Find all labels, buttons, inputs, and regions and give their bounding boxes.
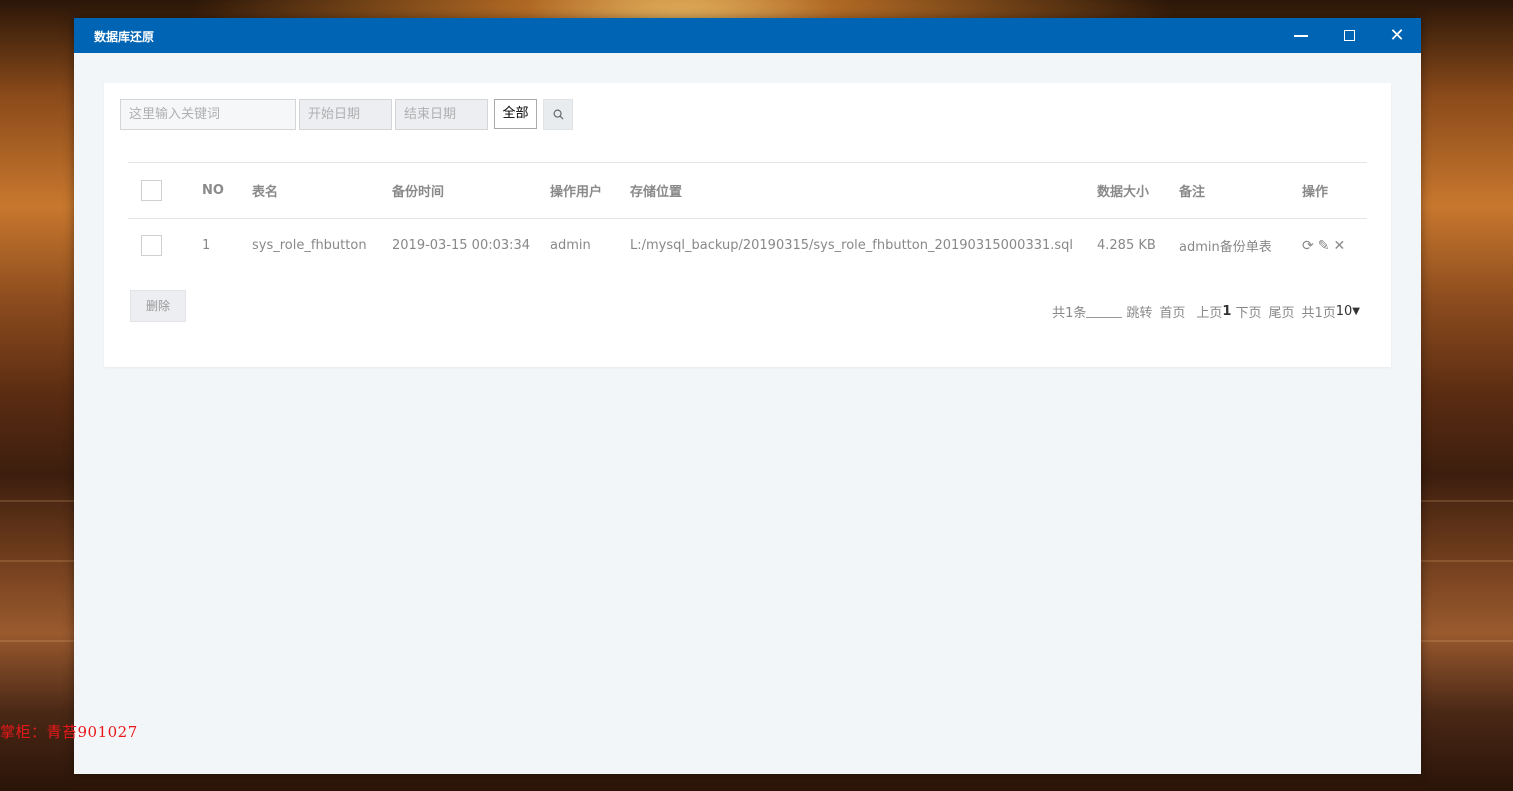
refresh-icon[interactable]: ⟳ [1302, 238, 1314, 254]
col-location: 存储位置 [630, 185, 683, 200]
close-button[interactable]: ✕ [1374, 18, 1420, 53]
cell-remark: admin备份单表 [1179, 240, 1272, 256]
cell-ops: ⟳ ✎ ✕ [1302, 219, 1367, 273]
pager-prev[interactable]: 上页 [1196, 302, 1222, 321]
content-panel: 这里输入关键词 开始日期 结束日期 全部 NO 表名 备份时间 操作用户 存储位… [104, 83, 1391, 367]
cell-size: 4.285 KB [1097, 238, 1156, 254]
filter-select[interactable]: 全部 [494, 99, 537, 129]
pager-size-select[interactable]: 10 [1336, 304, 1353, 319]
pager-current: 1 [1222, 304, 1232, 319]
pager-pages: 共1页 [1301, 306, 1336, 321]
window-title: 数据库还原 [94, 30, 155, 44]
watermark-text: 掌柜：青苔901027 [0, 723, 138, 741]
col-ops: 操作 [1302, 185, 1329, 200]
minimize-button[interactable] [1278, 18, 1324, 53]
cell-operator: admin [550, 238, 591, 254]
cell-table-name: sys_role_fhbutton [252, 238, 367, 254]
start-date-input[interactable]: 开始日期 [299, 99, 392, 130]
chevron-down-icon[interactable]: ▼ [1352, 306, 1360, 317]
pager-last[interactable]: 尾页 [1268, 302, 1294, 321]
search-icon [553, 109, 564, 120]
delete-button[interactable]: 删除 [130, 290, 186, 322]
cell-no: 1 [202, 238, 211, 254]
col-remark: 备注 [1179, 185, 1206, 200]
col-operator: 操作用户 [550, 185, 603, 200]
minimize-icon [1294, 34, 1308, 37]
keyword-input[interactable]: 这里输入关键词 [120, 99, 296, 130]
maximize-icon [1343, 30, 1355, 41]
col-size: 数据大小 [1097, 185, 1150, 200]
maximize-button[interactable] [1326, 18, 1372, 53]
table-header-row: NO 表名 备份时间 操作用户 存储位置 数据大小 备注 操作 [128, 162, 1367, 219]
pager-jump-input[interactable] [1086, 306, 1123, 318]
delete-icon[interactable]: ✕ [1333, 238, 1345, 254]
select-all-checkbox[interactable] [141, 180, 162, 201]
row-checkbox[interactable] [141, 235, 162, 257]
pagination: 共1条 跳转 首页 上页 1 下页 尾页 共1页 10 ▼ [1052, 302, 1360, 321]
pager-next[interactable]: 下页 [1235, 302, 1261, 321]
col-backup-time: 备份时间 [392, 185, 445, 200]
restore-window: 数据库还原 ✕ 这里输入关键词 开始日期 结束日期 全部 NO 表名 备份时间 … [74, 18, 1421, 774]
cell-location: L:/mysql_backup/20190315/sys_role_fhbutt… [630, 238, 1074, 254]
search-button[interactable] [543, 99, 573, 130]
pager-total: 共1条 [1052, 306, 1087, 321]
cell-backup-time: 2019-03-15 00:03:34 [392, 238, 531, 254]
pager-first[interactable]: 首页 [1159, 302, 1185, 321]
window-titlebar[interactable]: 数据库还原 ✕ [74, 18, 1421, 53]
col-no: NO [202, 183, 224, 198]
close-icon: ✕ [1389, 24, 1405, 46]
edit-icon[interactable]: ✎ [1318, 238, 1330, 254]
backup-table: NO 表名 备份时间 操作用户 存储位置 数据大小 备注 操作 1 sys_ro… [128, 162, 1367, 273]
table-row: 1 sys_role_fhbutton 2019-03-15 00:03:34 … [128, 219, 1367, 273]
end-date-input[interactable]: 结束日期 [395, 99, 488, 130]
col-table-name: 表名 [252, 185, 279, 200]
pager-jump[interactable]: 跳转 [1126, 302, 1152, 321]
